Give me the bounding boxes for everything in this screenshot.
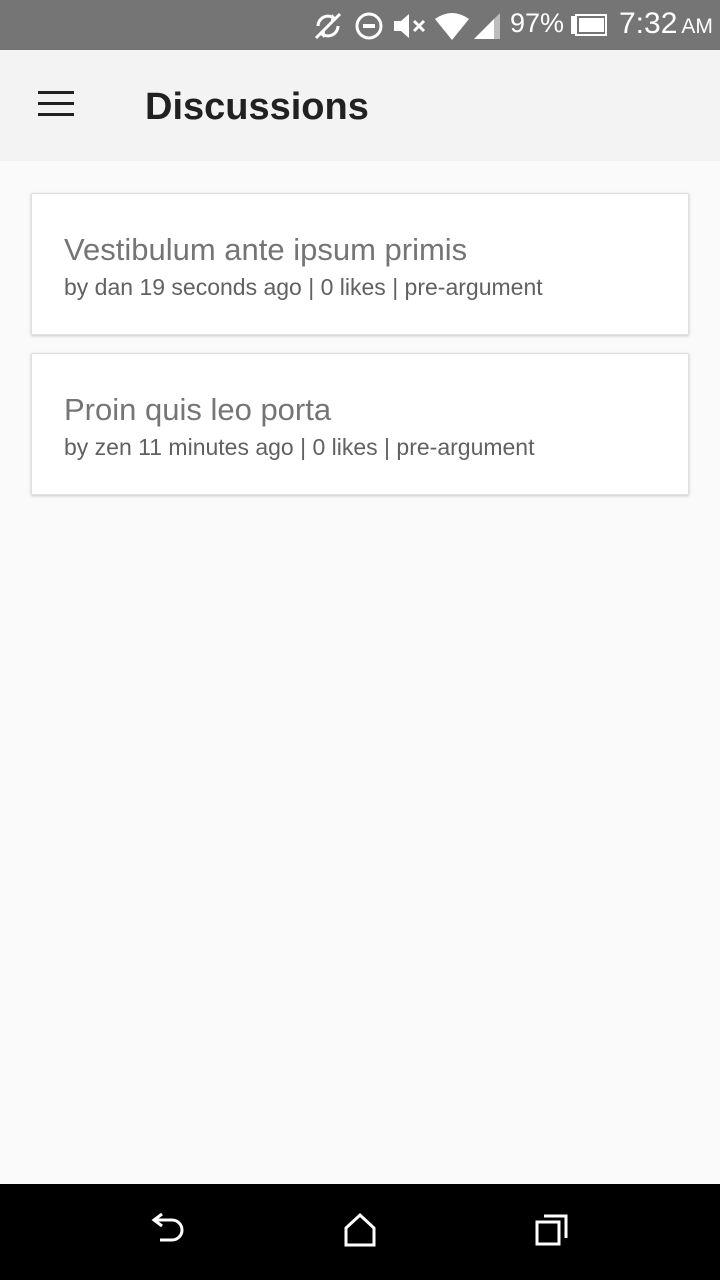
sync-disabled-icon	[312, 11, 344, 46]
discussion-list: Vestibulum ante ipsum primis by dan 19 s…	[0, 161, 720, 1184]
clock-ampm: AM	[681, 15, 713, 38]
recents-button[interactable]	[512, 1204, 592, 1260]
battery-percent: 97%	[510, 8, 565, 38]
clock-time: 7:32	[619, 7, 678, 40]
home-icon	[342, 1212, 378, 1253]
clock: 7:32 AM	[619, 7, 713, 41]
wifi-icon	[434, 11, 470, 46]
cell-signal-icon	[472, 11, 502, 46]
back-button[interactable]	[128, 1204, 208, 1260]
app-bar: Discussions	[0, 50, 720, 161]
status-bar: 97% 7:32 AM	[0, 0, 720, 50]
volume-muted-icon	[392, 11, 428, 46]
discussion-title: Proin quis leo porta	[64, 392, 332, 427]
discussion-card[interactable]: Vestibulum ante ipsum primis by dan 19 s…	[31, 193, 689, 335]
do-not-disturb-icon	[354, 11, 384, 46]
discussion-meta: by dan 19 seconds ago | 0 likes | pre-ar…	[64, 274, 543, 300]
system-nav-bar	[0, 1184, 720, 1280]
menu-button[interactable]	[22, 82, 90, 130]
discussion-card[interactable]: Proin quis leo porta by zen 11 minutes a…	[31, 353, 689, 495]
hamburger-menu-icon	[38, 90, 74, 122]
battery-icon	[570, 13, 608, 42]
discussion-meta: by zen 11 minutes ago | 0 likes | pre-ar…	[64, 434, 535, 460]
page-title: Discussions	[145, 86, 369, 128]
back-icon	[148, 1212, 188, 1253]
home-button[interactable]	[320, 1204, 400, 1260]
recents-icon	[534, 1212, 570, 1253]
discussion-title: Vestibulum ante ipsum primis	[64, 232, 468, 267]
